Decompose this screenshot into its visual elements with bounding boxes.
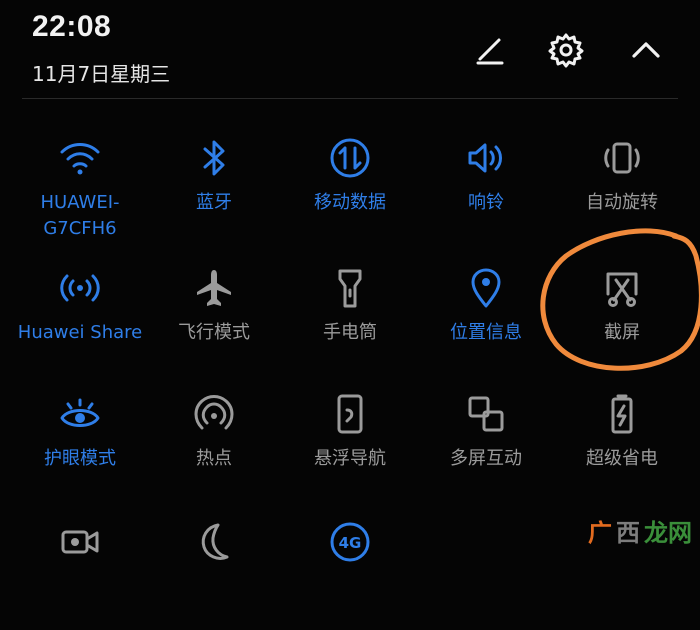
tile-mobile-data[interactable]: 移动数据 <box>282 128 418 246</box>
tile-ring[interactable]: 响铃 <box>418 128 554 246</box>
flashlight-icon <box>326 264 374 312</box>
tile-label: 截屏 <box>604 322 640 343</box>
collapse-icon[interactable] <box>626 30 666 70</box>
tile-flashlight[interactable]: 手电筒 <box>282 258 418 376</box>
tile-label: 飞行模式 <box>178 322 250 343</box>
location-icon <box>462 264 510 312</box>
tile-eye-comfort[interactable]: 护眼模式 <box>12 384 148 502</box>
dark-mode-icon <box>190 518 238 566</box>
hotspot-icon <box>190 390 238 438</box>
watermark-part3: 龙网 <box>644 519 692 547</box>
tile-location[interactable]: 位置信息 <box>418 258 554 376</box>
power-saving-icon <box>598 390 646 438</box>
tile-huawei-share[interactable]: Huawei Share <box>12 258 148 376</box>
status-time: 22:08 <box>32 10 112 43</box>
watermark-part2: 西 <box>616 519 640 547</box>
tile-label: 护眼模式 <box>44 448 116 469</box>
svg-text:4G: 4G <box>339 534 362 552</box>
tile-screen-record[interactable] <box>12 512 148 630</box>
mobile-data-icon <box>326 134 374 182</box>
tile-label: 蓝牙 <box>196 192 232 213</box>
tile-label: 悬浮导航 <box>314 448 386 469</box>
screenshot-icon <box>598 264 646 312</box>
huawei-share-icon <box>56 264 104 312</box>
tile-dark-mode[interactable] <box>146 512 282 630</box>
bluetooth-icon <box>190 134 238 182</box>
tile-auto-rotate[interactable]: 自动旋转 <box>554 128 690 246</box>
auto-rotate-icon <box>598 134 646 182</box>
tile-airplane[interactable]: 飞行模式 <box>146 258 282 376</box>
tile-hotspot[interactable]: 热点 <box>146 384 282 502</box>
tile-label: 热点 <box>196 448 232 469</box>
tile-label: 响铃 <box>468 192 504 213</box>
tile-power-saving[interactable]: 超级省电 <box>554 384 690 502</box>
tile-multi-screen[interactable]: 多屏互动 <box>418 384 554 502</box>
wifi-icon <box>56 134 104 182</box>
tile-label: Huawei Share <box>17 322 143 343</box>
screen-record-icon <box>56 518 104 566</box>
eye-comfort-icon <box>56 390 104 438</box>
tile-wifi[interactable]: HUAWEI- G7CFH6 <box>12 128 148 246</box>
edit-icon[interactable] <box>470 30 510 70</box>
watermark-part1: 广 <box>588 519 612 547</box>
tile-label: HUAWEI- G7CFH6 <box>40 192 120 239</box>
watermark: 广 西 龙网 <box>588 513 692 548</box>
tile-floating-nav[interactable]: 悬浮导航 <box>282 384 418 502</box>
tile-4g[interactable]: 4G <box>282 512 418 630</box>
settings-icon[interactable] <box>546 30 586 70</box>
tile-screenshot[interactable]: 截屏 <box>554 258 690 376</box>
airplane-icon <box>190 264 238 312</box>
tile-bluetooth[interactable]: 蓝牙 <box>146 128 282 246</box>
4g-icon: 4G <box>326 518 374 566</box>
floating-nav-icon <box>326 390 374 438</box>
ring-icon <box>462 134 510 182</box>
status-date: 11月7日星期三 <box>32 62 171 86</box>
tile-label: 位置信息 <box>450 322 522 343</box>
tile-label: 多屏互动 <box>450 448 522 469</box>
multi-screen-icon <box>462 390 510 438</box>
tile-label: 自动旋转 <box>586 192 658 213</box>
tile-label: 移动数据 <box>314 192 386 213</box>
tile-label: 超级省电 <box>586 448 658 469</box>
header-divider <box>22 98 678 99</box>
tile-label: 手电筒 <box>323 322 377 343</box>
